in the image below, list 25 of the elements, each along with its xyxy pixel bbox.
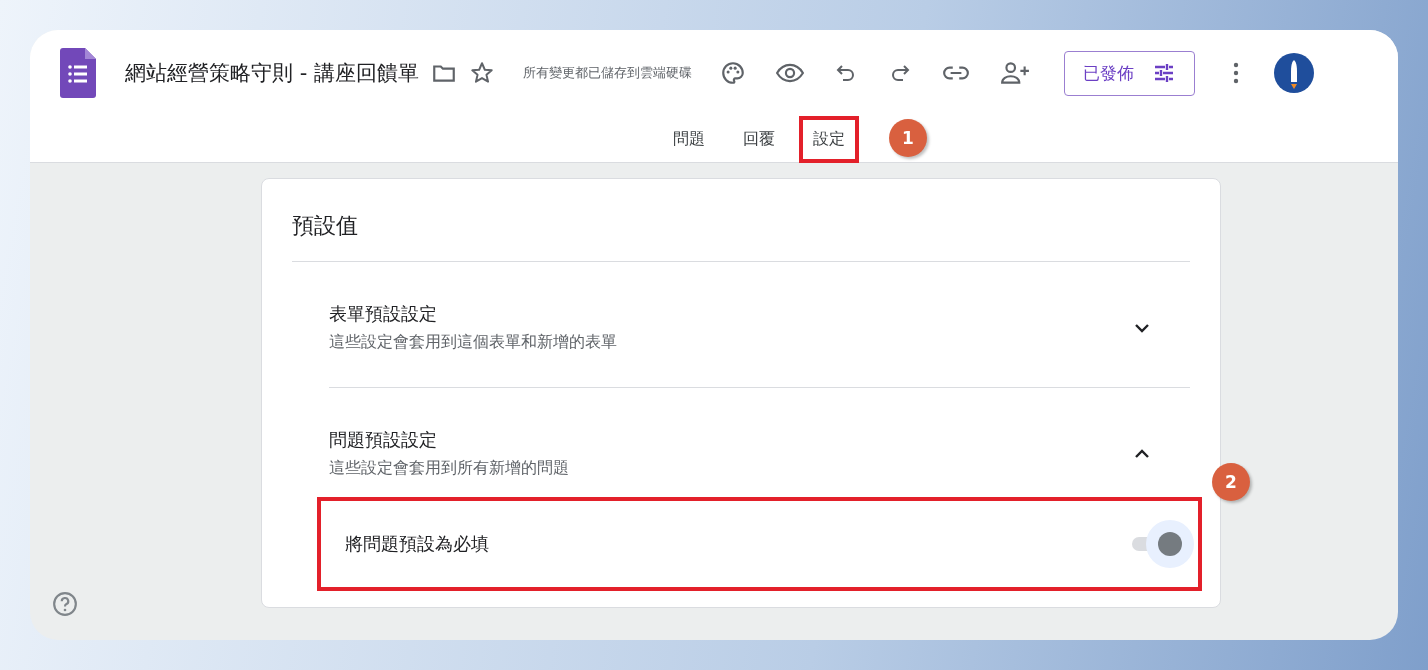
save-status: 所有變更都已儲存到雲端硬碟 (522, 64, 692, 82)
help-icon[interactable] (52, 591, 78, 617)
avatar-icon[interactable] (1273, 53, 1314, 93)
star-icon[interactable] (468, 60, 495, 86)
eye-icon[interactable] (775, 63, 804, 83)
palette-icon[interactable] (719, 60, 746, 86)
chevron-icon[interactable] (1134, 322, 1150, 333)
section-title: 問題預設設定 (329, 428, 438, 452)
section-description: 這些設定會套用到所有新增的問題 (329, 458, 569, 479)
tab[interactable]: 問題 (659, 116, 719, 163)
callout-badge: 2 (1212, 463, 1250, 501)
form-title[interactable]: 網站經營策略守則 - 講座回饋單 (125, 59, 419, 87)
more-options-icon[interactable] (1232, 61, 1239, 85)
section-title: 表單預設設定 (329, 302, 438, 326)
tab[interactable]: 回覆 (729, 116, 789, 163)
tab[interactable]: 設定 (799, 116, 859, 163)
published-button[interactable]: 已發佈 (1063, 50, 1195, 96)
link-icon[interactable] (941, 65, 970, 81)
section-description: 這些設定會套用到這個表單和新增的表單 (329, 332, 617, 353)
setting-label: 將問題預設為必填 (345, 532, 489, 556)
callout-badge: 1 (889, 119, 927, 157)
forms-logo-icon (60, 48, 96, 98)
add-person-icon[interactable] (999, 60, 1030, 86)
chevron-icon[interactable] (1134, 448, 1150, 459)
card-title: 預設值 (292, 179, 1190, 262)
